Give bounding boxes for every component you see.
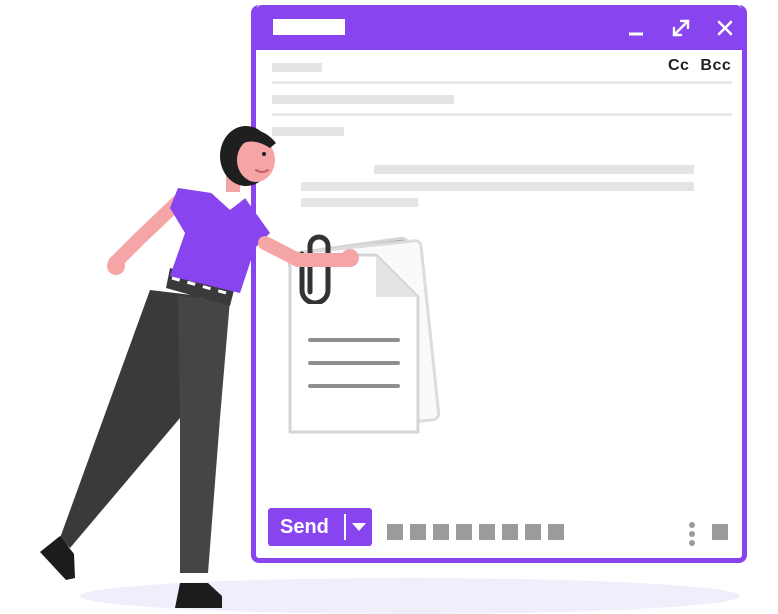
subject-field[interactable] bbox=[272, 95, 454, 104]
subject-divider bbox=[272, 113, 732, 116]
attach-icon[interactable] bbox=[410, 524, 426, 540]
maximize-icon[interactable] bbox=[666, 13, 696, 43]
more-vertical-icon[interactable] bbox=[688, 521, 696, 547]
body-line bbox=[374, 165, 694, 174]
close-icon[interactable] bbox=[710, 13, 740, 43]
bcc-link[interactable]: Bcc bbox=[700, 57, 731, 74]
title-placeholder bbox=[273, 19, 345, 35]
formatting-icon[interactable] bbox=[387, 524, 403, 540]
to-field-divider bbox=[272, 81, 732, 84]
delete-draft-icon[interactable] bbox=[712, 524, 728, 540]
to-field-label bbox=[272, 63, 322, 72]
compose-titlebar bbox=[256, 5, 742, 50]
minimize-icon[interactable] bbox=[621, 13, 651, 43]
lock-icon[interactable] bbox=[525, 524, 541, 540]
image-icon[interactable] bbox=[502, 524, 518, 540]
woman-illustration bbox=[40, 126, 359, 608]
link-icon[interactable] bbox=[433, 524, 449, 540]
cc-bcc-links: Cc Bcc bbox=[668, 57, 731, 75]
cc-link[interactable]: Cc bbox=[668, 57, 689, 74]
drive-icon[interactable] bbox=[479, 524, 495, 540]
signature-icon[interactable] bbox=[548, 524, 564, 540]
emoji-icon[interactable] bbox=[456, 524, 472, 540]
